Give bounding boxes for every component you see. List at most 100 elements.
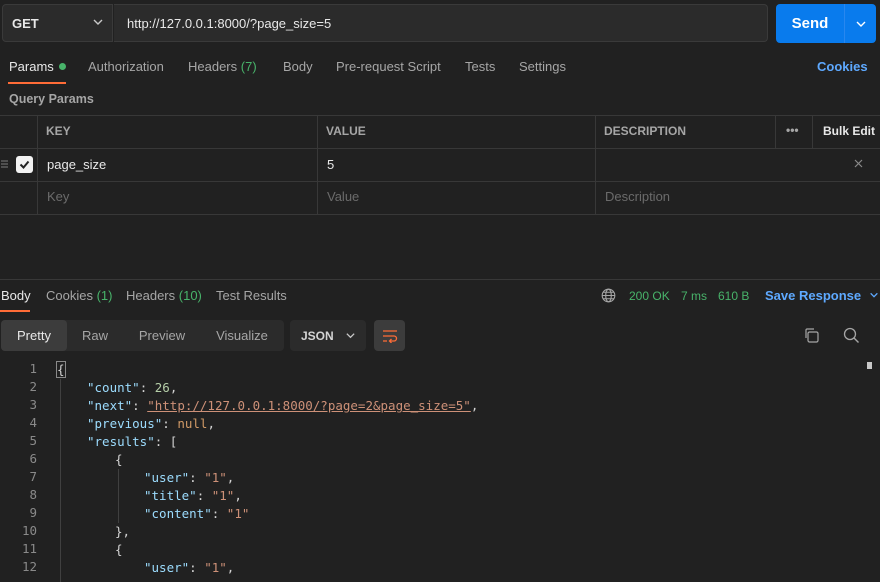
column-header-value: VALUE (326, 124, 366, 138)
line-number: 8 (29, 487, 37, 502)
tab-tests-label: Tests (465, 59, 496, 74)
chevron-down-icon (869, 292, 878, 298)
table-border (0, 148, 880, 149)
new-key-input[interactable]: Key (47, 189, 69, 204)
code-line: "content": "1" (144, 506, 250, 521)
resp-tab-cookies-label: Cookies (46, 288, 93, 303)
globe-icon[interactable] (601, 288, 616, 306)
status-code[interactable]: 200 OK (629, 289, 670, 303)
resp-tab-headers[interactable]: Headers (10) (126, 288, 202, 303)
tab-headers-count: (7) (240, 59, 257, 74)
resp-tab-cookies[interactable]: Cookies (1) (46, 288, 112, 303)
delete-row-icon[interactable] (853, 157, 864, 172)
next-url-link[interactable]: "http://127.0.0.1:8000/?page=2&page_size… (147, 398, 471, 413)
send-divider (844, 4, 845, 43)
column-divider (775, 115, 776, 148)
tab-params-label: Params (9, 59, 54, 74)
new-description-input[interactable]: Description (605, 189, 670, 204)
table-border (0, 181, 880, 182)
method-label: GET (12, 15, 39, 31)
save-response-button[interactable]: Save Response (765, 288, 879, 303)
chevron-down-icon (346, 333, 355, 339)
save-response-label: Save Response (765, 288, 862, 303)
new-value-input[interactable]: Value (327, 189, 359, 204)
line-number: 7 (29, 469, 37, 484)
method-select[interactable]: GET (2, 4, 113, 42)
column-header-description: DESCRIPTION (604, 124, 687, 138)
tab-authorization-label: Authorization (88, 59, 164, 74)
line-number: 4 (29, 415, 37, 430)
response-divider (0, 279, 880, 280)
column-divider (37, 115, 38, 215)
response-size[interactable]: 610 B (718, 289, 749, 303)
code-line: "next": "http://127.0.0.1:8000/?page=2&p… (87, 398, 479, 413)
column-divider (317, 115, 318, 215)
resp-tab-body[interactable]: Body (1, 288, 31, 303)
code-line: { (115, 452, 123, 467)
tab-pre-request-script[interactable]: Pre-request Script (336, 59, 441, 74)
param-enabled-checkbox[interactable] (16, 156, 33, 173)
line-number: 5 (29, 433, 37, 448)
code-line: "title": "1", (144, 488, 242, 503)
bulk-edit-button[interactable]: Bulk Edit (823, 124, 875, 138)
line-number: 10 (21, 523, 37, 538)
tab-params[interactable]: Params (9, 59, 66, 74)
url-input[interactable]: http://127.0.0.1:8000/?page_size=5 (114, 4, 768, 42)
active-dot-icon (58, 63, 66, 70)
tab-settings[interactable]: Settings (519, 59, 566, 74)
url-text: http://127.0.0.1:8000/?page_size=5 (127, 15, 332, 31)
resp-tab-body-label: Body (1, 288, 31, 303)
resp-tab-cookies-count: (1) (96, 288, 113, 303)
view-preview-button[interactable]: Preview (127, 320, 197, 351)
resp-tab-test-results[interactable]: Test Results (216, 288, 287, 303)
wrap-lines-icon[interactable] (374, 320, 405, 351)
indent-guide (60, 379, 61, 582)
resp-tab-test-results-label: Test Results (216, 288, 287, 303)
tab-headers-label: Headers (188, 59, 238, 74)
active-resp-tab-underline (0, 310, 30, 312)
chevron-down-icon (92, 16, 104, 31)
tab-headers[interactable]: Headers (7) (188, 59, 257, 74)
resp-tab-headers-label: Headers (126, 288, 176, 303)
more-options-icon[interactable]: ••• (786, 123, 799, 137)
view-raw-button[interactable]: Raw (69, 320, 121, 351)
code-line: "count": 26, (87, 380, 178, 395)
column-divider (595, 115, 596, 215)
view-visualize-button[interactable]: Visualize (203, 320, 281, 351)
search-icon[interactable] (843, 327, 860, 347)
copy-icon[interactable] (803, 327, 820, 347)
tab-tests[interactable]: Tests (465, 59, 495, 74)
line-number: 12 (21, 559, 37, 574)
line-number: 11 (21, 541, 37, 556)
format-select[interactable]: JSON (290, 320, 366, 351)
column-divider (812, 115, 813, 148)
active-tab-underline (8, 82, 66, 84)
table-border (0, 115, 880, 116)
send-button[interactable]: Send (776, 4, 876, 43)
line-number: 3 (29, 397, 37, 412)
table-border (0, 214, 880, 215)
tab-body-label: Body (283, 59, 313, 74)
code-line: { (115, 542, 123, 557)
tab-pre-request-label: Pre-request Script (336, 59, 441, 74)
view-mode-group: Pretty Raw Preview Visualize (1, 320, 284, 351)
line-number: 6 (29, 451, 37, 466)
tab-body[interactable]: Body (283, 59, 313, 74)
cookies-link[interactable]: Cookies (817, 59, 868, 74)
param-key-cell[interactable]: page_size (47, 157, 106, 172)
response-time[interactable]: 7 ms (681, 289, 707, 303)
send-options-chevron-icon[interactable] (845, 18, 876, 30)
view-pretty-button[interactable]: Pretty (1, 320, 67, 351)
param-value-cell[interactable]: 5 (327, 157, 334, 172)
code-line: { (56, 361, 66, 378)
tab-authorization[interactable]: Authorization (88, 59, 164, 74)
scrollbar-thumb[interactable] (867, 362, 872, 369)
drag-handle-icon[interactable] (0, 157, 9, 174)
code-line: }, (115, 524, 131, 539)
code-line: "previous": null, (87, 416, 215, 431)
column-header-key: KEY (46, 124, 71, 138)
tab-settings-label: Settings (519, 59, 566, 74)
line-number: 2 (29, 379, 37, 394)
code-line: "results": [ (87, 434, 178, 449)
resp-tab-headers-count: (10) (178, 288, 202, 303)
